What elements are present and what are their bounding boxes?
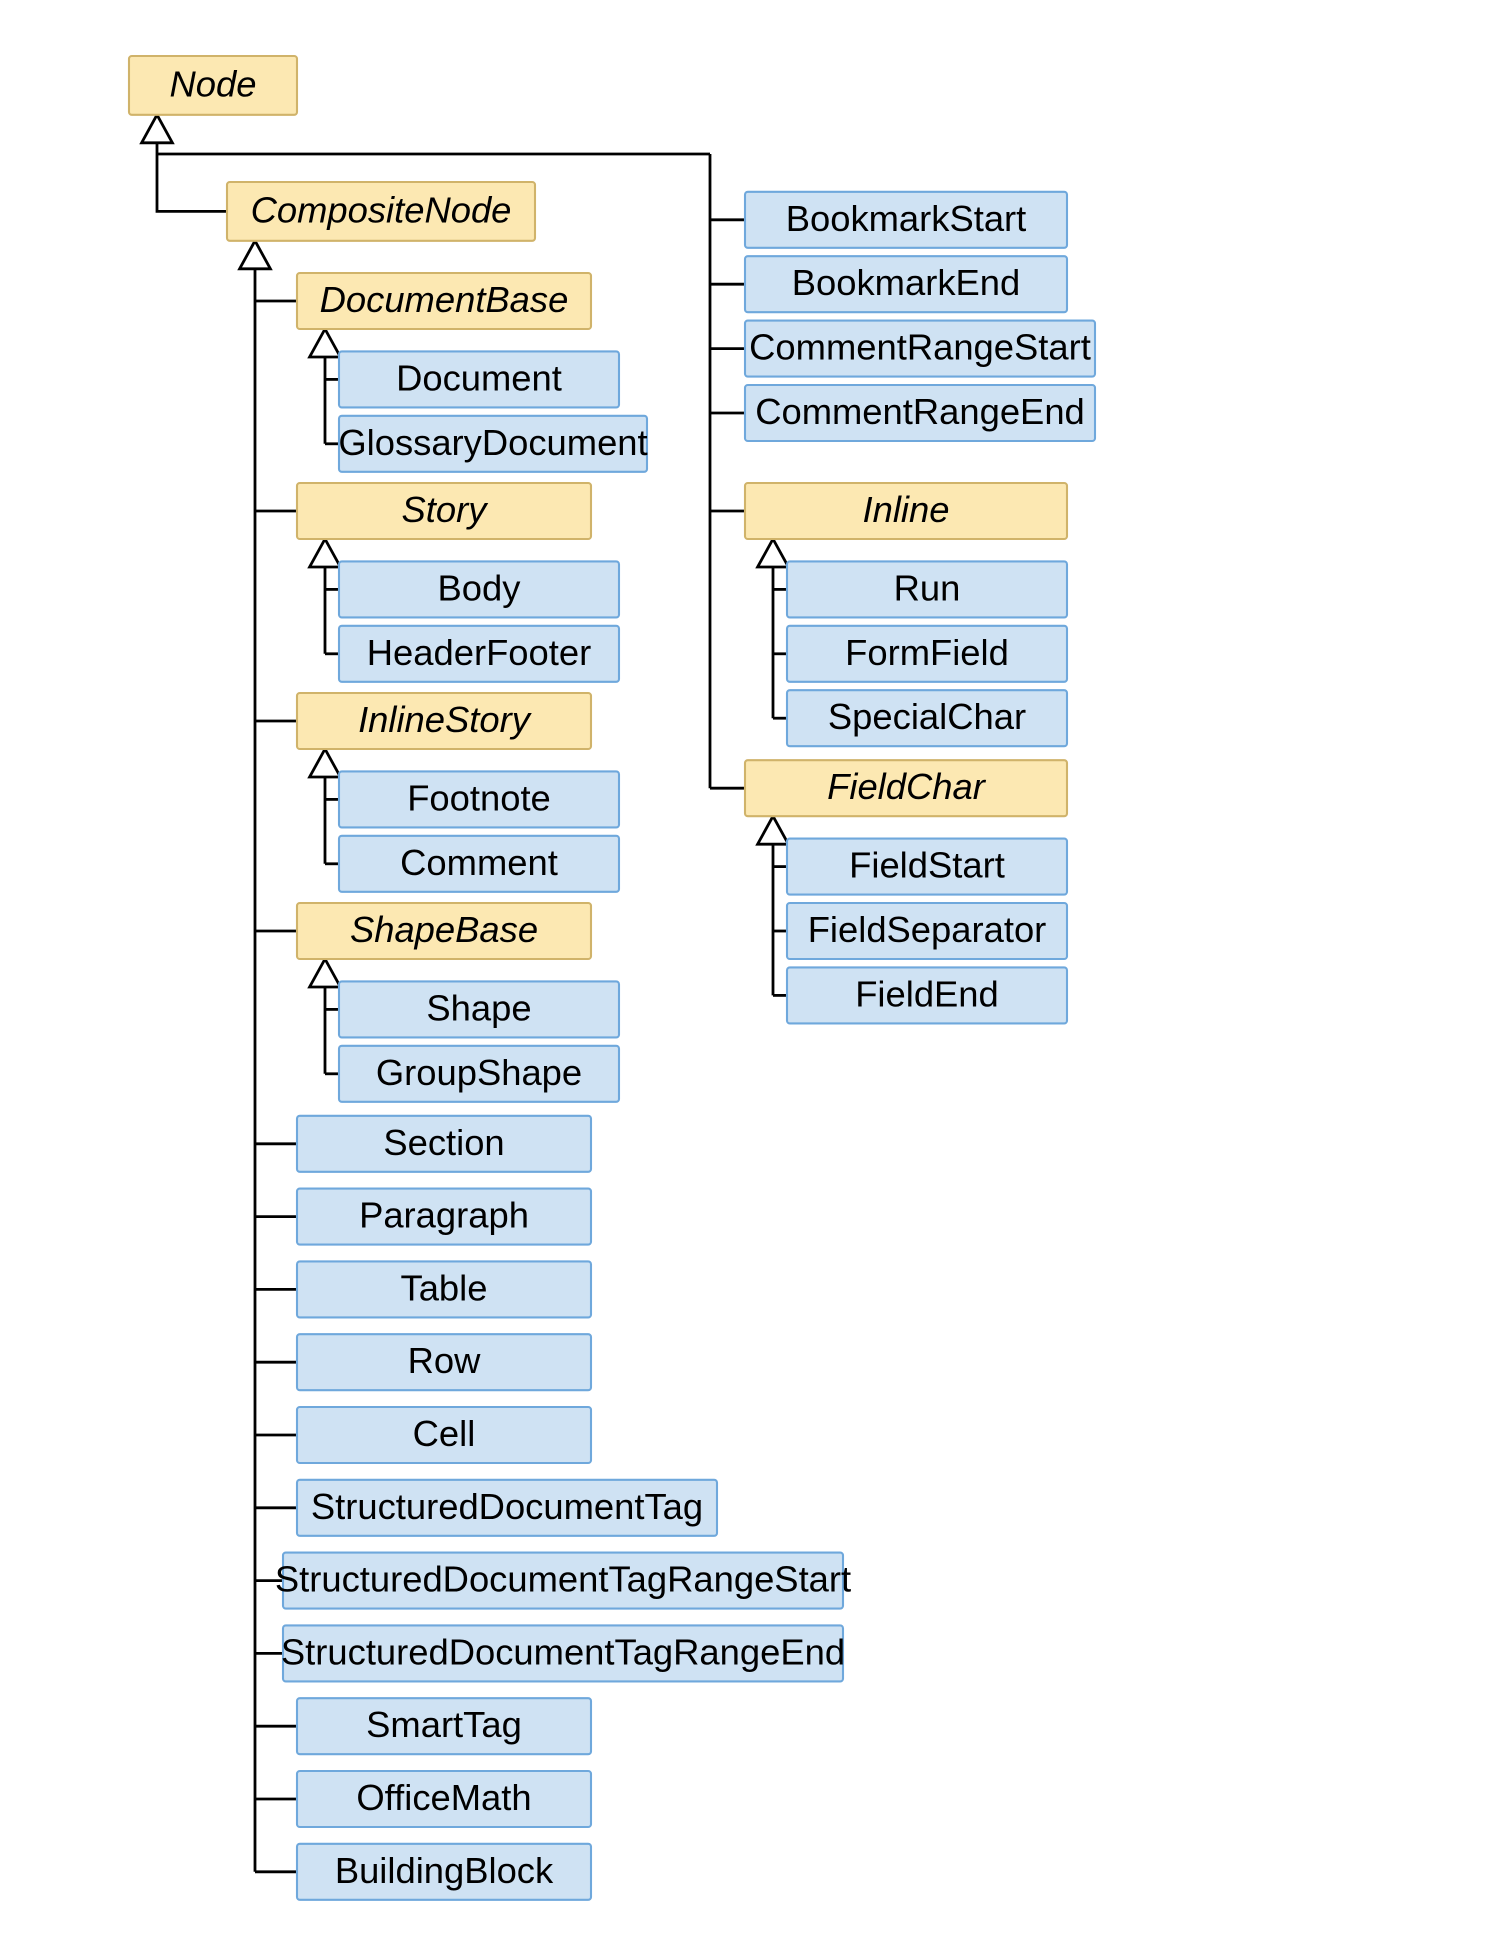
class-box-inline-story: InlineStory [297,693,591,749]
class-label-comment-range-end: CommentRangeEnd [755,391,1085,432]
class-box-inline: Inline [745,483,1067,539]
class-box-building-block: BuildingBlock [297,1844,591,1900]
class-box-root: Node [129,56,297,115]
class-box-bookmark-end: BookmarkEnd [745,256,1067,312]
class-box-bookmark-start: BookmarkStart [745,192,1067,248]
class-box-special-char: SpecialChar [787,690,1067,746]
class-box-group-shape: GroupShape [339,1046,619,1102]
class-label-field-start: FieldStart [849,845,1005,886]
class-label-footnote: Footnote [407,777,551,818]
class-box-comment: Comment [339,836,619,892]
class-label-inline: Inline [863,489,950,530]
class-box-shape: Shape [339,981,619,1037]
class-label-comment: Comment [400,842,558,883]
class-label-field-separator: FieldSeparator [808,909,1047,950]
class-label-paragraph: Paragraph [359,1195,529,1236]
class-label-run: Run [894,567,961,608]
class-label-header-footer: HeaderFooter [367,632,591,673]
class-box-document: Document [339,351,619,407]
class-label-inline-story: InlineStory [358,699,533,740]
class-label-field-char: FieldChar [827,766,987,807]
class-label-sdt-range-end: StructuredDocumentTagRangeEnd [281,1631,845,1672]
class-label-sdt-range-start: StructuredDocumentTagRangeStart [275,1559,851,1600]
class-box-comment-range-end: CommentRangeEnd [745,385,1095,441]
class-box-run: Run [787,561,1067,617]
class-label-special-char: SpecialChar [828,696,1026,737]
class-label-body: Body [438,567,522,608]
class-label-bookmark-start: BookmarkStart [786,198,1027,239]
class-box-comment-range-start: CommentRangeStart [745,321,1095,377]
class-label-group-shape: GroupShape [376,1052,582,1093]
class-label-shape: Shape [426,987,531,1028]
class-box-story: Story [297,483,591,539]
class-label-row: Row [408,1340,481,1381]
class-box-field-separator: FieldSeparator [787,903,1067,959]
class-box-shape-base: ShapeBase [297,903,591,959]
class-box-footnote: Footnote [339,771,619,827]
class-box-sdt-range-end: StructuredDocumentTagRangeEnd [281,1625,845,1681]
class-label-glossary: GlossaryDocument [338,422,647,463]
class-box-cell: Cell [297,1407,591,1463]
class-label-story: Story [402,489,490,530]
class-label-table: Table [401,1267,488,1308]
class-label-form-field: FormField [845,632,1009,673]
class-hierarchy-diagram: Node CompositeNode DocumentBase Document Glo… [0,0,1490,1960]
class-label-bookmark-end: BookmarkEnd [792,262,1020,303]
class-label-cell: Cell [413,1413,476,1454]
class-label-document: Document [396,357,562,398]
class-box-row: Row [297,1334,591,1390]
class-label-comment-range-start: CommentRangeStart [749,327,1091,368]
class-label-smart-tag: SmartTag [366,1704,522,1745]
class-box-document-base: DocumentBase [297,273,591,329]
class-label-building-block: BuildingBlock [335,1850,554,1891]
class-label-office-math: OfficeMath [356,1777,531,1818]
class-box-sdt-range-start: StructuredDocumentTagRangeStart [275,1553,851,1609]
class-box-office-math: OfficeMath [297,1771,591,1827]
class-label-composite-node: CompositeNode [251,189,512,230]
class-label-sdt: StructuredDocumentTag [311,1486,703,1527]
class-box-field-start: FieldStart [787,839,1067,895]
class-box-composite-node: CompositeNode [227,182,535,241]
class-label-section: Section [383,1122,504,1163]
class-box-field-char: FieldChar [745,760,1067,816]
class-box-paragraph: Paragraph [297,1189,591,1245]
class-box-sdt: StructuredDocumentTag [297,1480,717,1536]
class-box-section: Section [297,1116,591,1172]
class-label-root: Node [170,63,257,104]
class-box-field-end: FieldEnd [787,967,1067,1023]
class-box-header-footer: HeaderFooter [339,626,619,682]
class-box-form-field: FormField [787,626,1067,682]
class-label-field-end: FieldEnd [855,973,999,1014]
class-box-table: Table [297,1261,591,1317]
class-box-body: Body [339,561,619,617]
class-label-shape-base: ShapeBase [350,909,538,950]
class-label-document-base: DocumentBase [320,279,569,320]
class-box-glossary: GlossaryDocument [338,416,647,472]
class-box-smart-tag: SmartTag [297,1698,591,1754]
